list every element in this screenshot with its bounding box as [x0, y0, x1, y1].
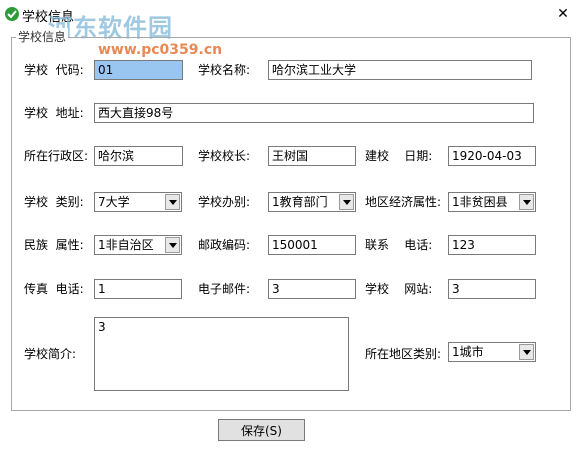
name-label: 学校名称:: [198, 63, 251, 77]
president-field[interactable]: 王树国: [268, 146, 356, 166]
email-field[interactable]: 3: [268, 279, 356, 299]
ethnic-label: 民族 属性:: [24, 238, 84, 252]
organizer-value: 1教育部门: [272, 195, 328, 209]
address-field[interactable]: 西大直接98号: [94, 103, 534, 123]
dropdown-arrow-icon[interactable]: [519, 344, 534, 360]
economy-label: 地区经济属性:: [365, 195, 442, 209]
president-label: 学校校长:: [198, 149, 251, 163]
postcode-label: 邮政编码:: [198, 238, 251, 252]
intro-label: 学校简介:: [24, 347, 77, 361]
save-button[interactable]: 保存(S): [218, 419, 305, 441]
district-field[interactable]: 哈尔滨: [94, 146, 183, 166]
phone-field[interactable]: 123: [448, 235, 536, 255]
organizer-select[interactable]: 1教育部门: [268, 192, 356, 212]
website-label: 学校 网站:: [365, 282, 433, 296]
website-field[interactable]: 3: [448, 279, 536, 299]
region-type-value: 1城市: [452, 345, 484, 359]
region-type-label: 所在地区类别:: [365, 347, 442, 361]
category-select[interactable]: 7大学: [94, 192, 182, 212]
founded-label: 建校 日期:: [365, 149, 433, 163]
app-check-icon: [5, 7, 19, 21]
ethnic-select[interactable]: 1非自治区: [94, 235, 182, 255]
phone-label: 联系 电话:: [365, 238, 433, 252]
category-label: 学校 类别:: [24, 195, 84, 209]
code-label: 学校 代码:: [24, 63, 84, 77]
dropdown-arrow-icon[interactable]: [165, 237, 180, 253]
category-value: 7大学: [98, 195, 130, 209]
dropdown-arrow-icon[interactable]: [519, 194, 534, 210]
dropdown-arrow-icon[interactable]: [165, 194, 180, 210]
ethnic-value: 1非自治区: [98, 238, 154, 252]
close-button[interactable]: ✕: [548, 2, 578, 26]
group-title: 学校信息: [16, 28, 69, 45]
postcode-field[interactable]: 150001: [268, 235, 356, 255]
founded-field[interactable]: 1920-04-03: [448, 146, 536, 166]
district-label: 所在行政区:: [24, 149, 89, 163]
name-field[interactable]: 哈尔滨工业大学: [268, 60, 532, 80]
fax-field[interactable]: 1: [94, 279, 182, 299]
code-field[interactable]: 01: [94, 60, 183, 80]
organizer-label: 学校办别:: [198, 195, 251, 209]
address-label: 学校 地址:: [24, 106, 84, 120]
region-type-select[interactable]: 1城市: [448, 342, 536, 362]
economy-select[interactable]: 1非贫困县: [448, 192, 536, 212]
intro-textarea[interactable]: 3: [94, 317, 349, 391]
economy-value: 1非贫困县: [452, 195, 508, 209]
email-label: 电子邮件:: [198, 282, 251, 296]
dropdown-arrow-icon[interactable]: [339, 194, 354, 210]
fax-label: 传真 电话:: [24, 282, 84, 296]
